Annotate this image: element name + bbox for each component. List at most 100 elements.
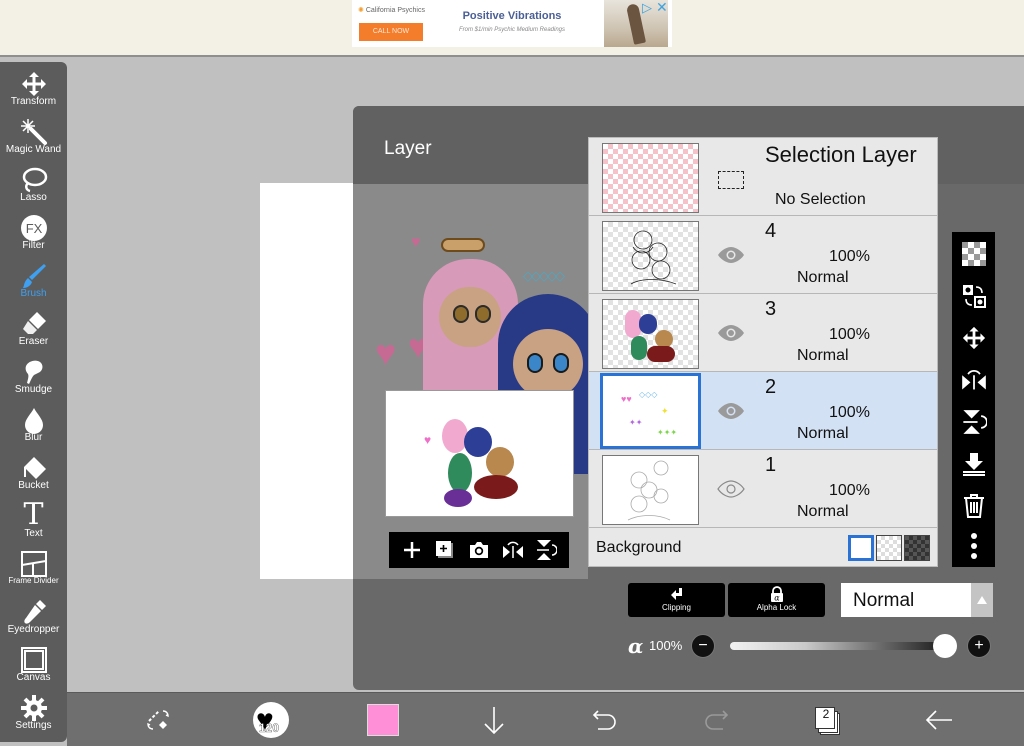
layer-opacity: 100%	[829, 326, 870, 343]
redo-button[interactable]	[696, 701, 736, 739]
preview-figure	[448, 453, 472, 493]
tool-brush[interactable]: Brush	[0, 260, 67, 308]
brush-size-button[interactable]: ♥ 120	[251, 701, 291, 739]
color-picker-button[interactable]	[363, 701, 403, 739]
background-row: Background	[589, 529, 937, 566]
tool-sidebar: Transform Magic Wand Lasso FX Filter Bru…	[0, 62, 67, 742]
layer-count: 2	[822, 707, 830, 721]
tool-eyedropper[interactable]: Eyedropper	[0, 596, 67, 644]
add-layer-button[interactable]	[399, 537, 425, 563]
preview-figure	[486, 447, 514, 477]
eye-visible-icon[interactable]	[717, 480, 745, 498]
delete-layer-button[interactable]	[952, 486, 995, 526]
more-options-button[interactable]	[952, 526, 995, 566]
layers-icon: 2	[814, 705, 840, 735]
tool-label: Blur	[24, 432, 43, 443]
bucket-icon	[0, 452, 67, 482]
swap-layers-button[interactable]	[952, 276, 995, 316]
layer-row[interactable]: 4 100% Normal	[589, 216, 937, 294]
ad-banner[interactable]: ✺ California Psychics CALL NOW Positive …	[352, 0, 672, 47]
undo-button[interactable]	[585, 701, 625, 739]
artwork-eye	[553, 353, 569, 373]
layer-row-selected[interactable]: ♥♥ ◇◇◇ ✦ ✦✦ ✦✦✦ 2 100% Normal	[589, 372, 937, 450]
blend-mode-value: Normal	[853, 590, 915, 611]
tool-canvas[interactable]: Canvas	[0, 644, 67, 692]
thumb-figure	[631, 336, 647, 360]
svg-text:α: α	[774, 594, 780, 603]
layer-thumbnail	[602, 299, 699, 369]
layer-blend-mode: Normal	[797, 347, 849, 364]
transform-swap-icon	[147, 710, 169, 730]
tool-filter[interactable]: FX Filter	[0, 212, 67, 260]
selection-layer-row[interactable]: Selection Layer No Selection	[589, 138, 937, 216]
tool-settings[interactable]: Settings	[0, 692, 67, 740]
tool-smudge[interactable]: Smudge	[0, 356, 67, 404]
layers-button[interactable]: 2	[807, 701, 847, 739]
move-layer-button[interactable]	[952, 318, 995, 358]
layer-name: 4	[765, 220, 777, 242]
brush-size-value: 120	[259, 721, 280, 735]
tool-transform[interactable]: Transform	[0, 68, 67, 116]
quick-transform-button[interactable]	[139, 701, 179, 739]
opacity-increase-button[interactable]: +	[967, 634, 991, 658]
artwork-diamonds: ◇◇◇◇◇	[523, 268, 565, 283]
flip-vertical-button[interactable]	[533, 537, 559, 563]
tool-frame-divider[interactable]: Frame Divider	[0, 548, 67, 596]
flip-vertical-button[interactable]	[952, 402, 995, 442]
background-white-option[interactable]	[848, 535, 874, 561]
bottom-toolbar: ♥ 120 2	[67, 692, 1024, 746]
tool-bucket[interactable]: Bucket	[0, 452, 67, 500]
arrow-down-button[interactable]	[474, 701, 514, 739]
duplicate-layer-button[interactable]	[432, 537, 458, 563]
flip-horizontal-button[interactable]	[952, 360, 995, 400]
heart-decoration: ♥	[411, 234, 421, 251]
eye-visible-icon[interactable]	[717, 324, 745, 342]
move-icon	[962, 326, 985, 350]
tool-blur[interactable]: Blur	[0, 404, 67, 452]
tool-text[interactable]: T Text	[0, 500, 67, 548]
background-transparent-dark-option[interactable]	[904, 535, 930, 561]
brush-size-icon: ♥ 120	[253, 702, 289, 738]
opacity-slider[interactable]	[730, 642, 946, 650]
eye-visible-icon[interactable]	[717, 246, 745, 264]
layer-list: Selection Layer No Selection 4 100% Norm…	[588, 137, 938, 567]
ad-call-now-button[interactable]: CALL NOW	[359, 23, 423, 41]
tool-magic-wand[interactable]: Magic Wand	[0, 116, 67, 164]
thumb-figure	[639, 314, 657, 334]
layer-name: 2	[765, 376, 777, 398]
drawing-canvas[interactable]	[260, 183, 355, 579]
ad-brand-text: California Psychics	[365, 7, 425, 14]
layer-row[interactable]: 3 100% Normal	[589, 294, 937, 372]
layer-row[interactable]: 1 100% Normal	[589, 450, 937, 528]
alpha-lock-label: Alpha Lock	[756, 603, 797, 612]
undo-icon	[592, 710, 616, 730]
back-button[interactable]	[919, 701, 959, 739]
artwork-face	[439, 287, 501, 347]
alpha-lock-button[interactable]: α Alpha Lock	[728, 583, 825, 617]
background-transparent-light-option[interactable]	[876, 535, 902, 561]
app-root: ✺ California Psychics CALL NOW Positive …	[0, 0, 1024, 746]
flip-horizontal-button[interactable]	[500, 537, 526, 563]
adchoices-icon[interactable]: ▷	[642, 0, 652, 16]
blend-mode-select[interactable]: Normal	[841, 583, 993, 617]
duplicate-layer-icon	[436, 541, 454, 558]
plus-icon: +	[974, 637, 984, 654]
opacity-slider-handle[interactable]	[933, 634, 957, 658]
tool-lasso[interactable]: Lasso	[0, 164, 67, 212]
eraser-icon	[0, 308, 67, 338]
close-icon[interactable]: ✕	[656, 0, 668, 16]
artwork-eye	[527, 353, 543, 373]
eye-visible-icon[interactable]	[717, 402, 745, 420]
camera-icon	[469, 542, 488, 558]
color-swatch	[367, 704, 399, 736]
merge-down-button[interactable]	[952, 444, 995, 484]
import-photo-button[interactable]	[466, 537, 492, 563]
opacity-decrease-button[interactable]: −	[691, 634, 715, 658]
ad-banner-bar: ✺ California Psychics CALL NOW Positive …	[0, 0, 1024, 57]
tool-eraser[interactable]: Eraser	[0, 308, 67, 356]
tool-label: Canvas	[16, 672, 51, 683]
clipping-button[interactable]: Clipping	[628, 583, 725, 617]
transparent-fill-button[interactable]	[952, 234, 995, 274]
tool-label: Magic Wand	[5, 144, 62, 155]
layer-thumbnail	[602, 143, 699, 213]
